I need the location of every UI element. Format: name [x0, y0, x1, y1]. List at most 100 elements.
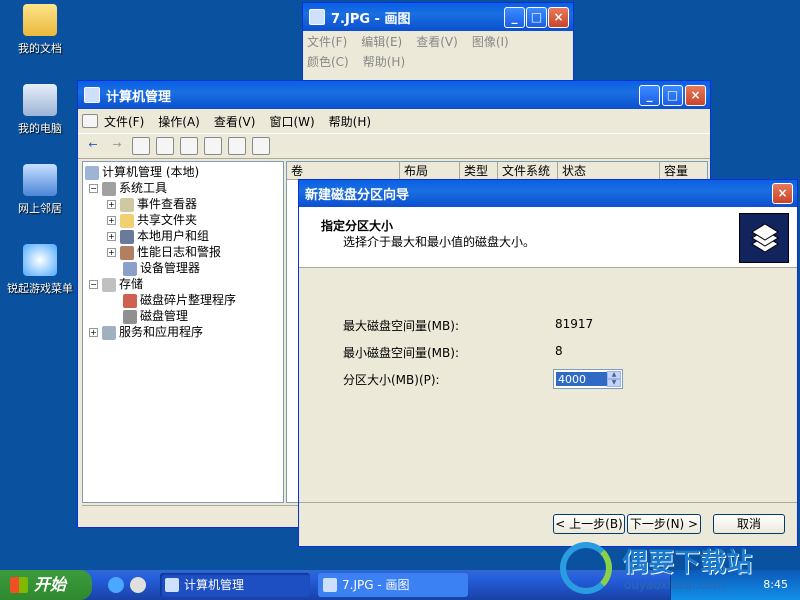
wizard-title: 新建磁盘分区向导 [305, 188, 410, 203]
close-button[interactable]: × [548, 7, 569, 28]
close-button[interactable]: × [685, 85, 706, 106]
tree-item-shared-folders[interactable]: + 共享文件夹 [107, 212, 197, 228]
desktop-icon-label: 锐起游戏菜单 [7, 282, 73, 295]
help-icon[interactable] [180, 137, 198, 155]
tree-item-event-viewer[interactable]: + 事件查看器 [107, 196, 197, 212]
export-list-icon[interactable] [252, 137, 270, 155]
tree-item-device-manager[interactable]: 设备管理器 [123, 260, 200, 276]
desktop-icon-game-menu[interactable]: 锐起游戏菜单 [0, 244, 80, 296]
desktop-icon-my-computer[interactable]: 我的电脑 [0, 84, 80, 136]
disk-management-icon [123, 309, 137, 324]
ie-icon[interactable] [108, 577, 124, 593]
paint-menubar-2: 颜色(C) 帮助(H) [303, 51, 573, 71]
close-button[interactable]: × [772, 183, 793, 204]
tree-item-local-users[interactable]: + 本地用户和组 [107, 228, 209, 244]
expand-box[interactable]: + [89, 328, 98, 337]
mgmt-titlebar[interactable]: 计算机管理 _ □ × [78, 81, 710, 109]
users-icon [120, 229, 134, 244]
console-tree[interactable]: 计算机管理 (本地) − 系统工具 + 事件查看器 + 共享文件夹 + 本地用户和组 +… [82, 161, 284, 503]
task-computer-management[interactable]: 计算机管理 [160, 573, 310, 597]
paint-menu-file[interactable]: 文件(F) [307, 33, 347, 50]
paint-menu-help[interactable]: 帮助(H) [363, 53, 405, 70]
paint-menu-image[interactable]: 图像(I) [472, 33, 509, 50]
paint-menu-view[interactable]: 查看(V) [416, 33, 458, 50]
disk-stack-icon [739, 213, 789, 263]
watermark-text: 偶要下载站 [622, 548, 753, 578]
desktop-icon-network[interactable]: 网上邻居 [0, 164, 80, 216]
spin-down-arrow-icon[interactable]: ▼ [607, 379, 621, 387]
desktop-icon-my-documents[interactable]: 我的文档 [0, 4, 80, 56]
column-header-type[interactable]: 类型 [459, 162, 488, 180]
mgmt-menubar: 文件(F) 操作(A) 查看(V) 窗口(W) 帮助(H) [78, 109, 710, 133]
paint-menu-edit[interactable]: 编辑(E) [361, 33, 402, 50]
forward-arrow-icon[interactable]: → [108, 137, 126, 155]
minimize-button[interactable]: _ [504, 7, 525, 28]
folder-icon [23, 4, 57, 36]
expand-box[interactable]: + [107, 216, 116, 225]
services-icon [102, 325, 116, 340]
back-arrow-icon[interactable]: ← [84, 137, 102, 155]
paint-menu-colors[interactable]: 颜色(C) [307, 53, 349, 70]
column-header-status[interactable]: 状态 [557, 162, 586, 180]
partition-size-input[interactable] [556, 372, 608, 386]
new-partition-wizard[interactable]: 新建磁盘分区向导 × 指定分区大小 选择介于最大和最小值的磁盘大小。 最大磁盘空… [298, 179, 798, 547]
menu-window[interactable]: 窗口(W) [269, 113, 314, 130]
quick-launch-icon[interactable] [130, 577, 146, 593]
back-button[interactable]: < 上一步(B) [553, 514, 625, 534]
task-paint[interactable]: 7.JPG - 画图 [318, 573, 468, 597]
partition-size-label: 分区大小(MB)(P): [343, 373, 440, 387]
next-button[interactable]: 下一步(N) > [627, 514, 701, 534]
up-folder-icon[interactable] [132, 137, 150, 155]
expand-box[interactable]: + [107, 200, 116, 209]
tree-item-services-apps[interactable]: + 服务和应用程序 [89, 324, 203, 340]
menu-help[interactable]: 帮助(H) [329, 113, 371, 130]
computer-icon [85, 165, 99, 180]
min-space-label: 最小磁盘空间量(MB): [343, 346, 459, 360]
wizard-header: 指定分区大小 选择介于最大和最小值的磁盘大小。 [299, 207, 797, 268]
maximize-button[interactable]: □ [662, 85, 683, 106]
column-header-capacity[interactable]: 容量 [659, 162, 688, 180]
wizard-titlebar[interactable]: 新建磁盘分区向导 × [299, 180, 797, 207]
paint-icon [323, 578, 337, 592]
perf-logs-icon [120, 245, 134, 260]
watermark-logo: 偶要下载站 ouyaoxiazai.com [560, 538, 800, 598]
start-label: 开始 [34, 575, 67, 594]
windows-flag-icon [10, 577, 28, 593]
tree-item-root[interactable]: 计算机管理 (本地) [85, 164, 199, 180]
spin-up-arrow-icon[interactable]: ▲ [607, 371, 621, 379]
collapse-box[interactable]: − [89, 280, 98, 289]
maximize-button[interactable]: □ [526, 7, 547, 28]
start-button[interactable]: 开始 [0, 570, 92, 600]
expand-box[interactable]: + [107, 232, 116, 241]
cancel-button[interactable]: 取消 [713, 514, 785, 534]
partition-size-spinner[interactable]: ▲ ▼ [553, 369, 623, 389]
tree-item-defrag[interactable]: 磁盘碎片整理程序 [123, 292, 236, 308]
menu-action[interactable]: 操作(A) [158, 113, 200, 130]
mgmt-toolbar: ← → [78, 133, 710, 159]
column-header-layout[interactable]: 布局 [399, 162, 428, 180]
properties-icon[interactable] [228, 137, 246, 155]
tools-icon [102, 181, 116, 196]
max-space-value: 81917 [555, 317, 594, 331]
shared-folder-icon [120, 213, 134, 228]
column-header-filesystem[interactable]: 文件系统 [497, 162, 550, 180]
event-viewer-icon [120, 197, 134, 212]
tree-item-perf-logs[interactable]: + 性能日志和警报 [107, 244, 221, 260]
show-hide-tree-icon[interactable] [156, 137, 174, 155]
network-icon [23, 164, 57, 196]
paint-window[interactable]: 7.JPG - 画图 _ □ × 文件(F) 编辑(E) 查看(V) 图像(I)… [302, 2, 574, 82]
refresh-icon[interactable] [204, 137, 222, 155]
tree-item-system-tools[interactable]: − 系统工具 [89, 180, 167, 196]
expand-box[interactable]: + [107, 248, 116, 257]
tree-item-storage[interactable]: − 存储 [89, 276, 143, 292]
minimize-button[interactable]: _ [639, 85, 660, 106]
collapse-box[interactable]: − [89, 184, 98, 193]
menu-view[interactable]: 查看(V) [214, 113, 256, 130]
column-header-volume[interactable]: 卷 [287, 162, 303, 180]
tree-item-disk-management[interactable]: 磁盘管理 [123, 308, 188, 324]
defrag-icon [123, 293, 137, 308]
menu-file[interactable]: 文件(F) [104, 113, 144, 130]
wizard-step-title: 指定分区大小 [321, 219, 394, 233]
paint-titlebar[interactable]: 7.JPG - 画图 _ □ × [303, 3, 573, 31]
wizard-step-subtitle: 选择介于最大和最小值的磁盘大小。 [343, 235, 536, 249]
